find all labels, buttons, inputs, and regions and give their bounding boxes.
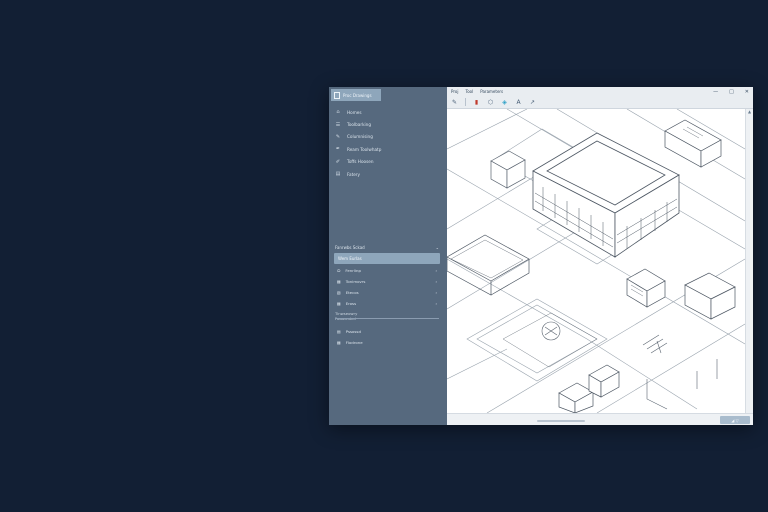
sidebar-nav: ⌂ Homes ☰ Toolbarking ✎ Columnising ✒ Ream T… (335, 106, 439, 180)
chevron-right-icon: › (435, 290, 437, 295)
sub-list: ⬭ Fenrlinp › ▦ Tonimovrs › ▧ Etecos › ▦ Eross › (337, 265, 437, 309)
chevron-down-icon: ⌄ (435, 244, 439, 250)
app-window: Proc Drawings ⌂ Homes ☰ Toolbarking ✎ Colum… (329, 87, 753, 425)
sub-section-label: Tinwseowry (335, 311, 358, 316)
scroll-up-icon[interactable]: ▲ (746, 109, 753, 114)
layers-icon: ☰ (335, 121, 341, 128)
vertical-scrollbar[interactable]: ▲ (745, 109, 753, 413)
app-title: Proc Drawings (343, 92, 372, 98)
edit-icon: ✐ (335, 158, 341, 165)
title-bar: Proj Tool Parameters — □ ✕ (447, 87, 753, 96)
sidebar-item-label: Fatery (347, 171, 361, 177)
home-icon: ⌂ (336, 109, 340, 116)
zoom-control[interactable]: ◢ ▽ (720, 416, 750, 424)
menu-bar: Proj Tool Parameters (447, 89, 503, 94)
app-logo-icon (334, 91, 340, 99)
sidebar-item-toolbarking[interactable]: ☰ Toolbarking (335, 118, 439, 130)
sidebar-item-homes[interactable]: ⌂ Homes (335, 106, 439, 118)
chevron-right-icon: › (435, 301, 437, 306)
app-header[interactable]: Proc Drawings (331, 89, 381, 101)
sub-item-fenrlinp[interactable]: ⬭ Fenrlinp › (337, 265, 437, 276)
selected-item[interactable]: Wem Eurlas (334, 253, 440, 264)
cursor-icon[interactable]: ↗ (529, 98, 536, 106)
sidebar-item-label: Toffs Hoosen (347, 159, 374, 165)
chevron-right-icon: › (435, 279, 437, 284)
menu-parameters[interactable]: Parameters (480, 89, 503, 94)
menu-proj[interactable]: Proj (451, 89, 458, 94)
sub-item-label: Etecos (345, 290, 359, 295)
maximize-icon[interactable]: □ (729, 89, 734, 95)
sidebar-item-columnising[interactable]: ✎ Columnising (335, 131, 439, 143)
sub-item-label: Fenrlinp (345, 268, 361, 273)
text-icon[interactable]: A (515, 98, 522, 106)
sub-item-label: Eross (345, 301, 357, 306)
minimize-icon[interactable]: — (713, 89, 718, 95)
window-controls: — □ ✕ (713, 87, 749, 96)
sidebar-item-label: Ream Toolwhatp (347, 146, 382, 152)
sidebar-item-ream-toolwhatp[interactable]: ✒ Ream Toolwhatp (335, 143, 439, 155)
sidebar-item-label: Flodrone (345, 340, 363, 345)
isometric-drawing (447, 109, 745, 413)
divider (335, 318, 439, 319)
draw-icon: ✎ (335, 133, 341, 140)
horizontal-scrollbar[interactable] (537, 420, 585, 422)
list-icon: ▦ (337, 340, 341, 345)
sidebar-item-label: Pssossd (345, 329, 361, 334)
pencil-icon[interactable]: ✎ (451, 98, 458, 106)
tag-icon[interactable]: ⬡ (487, 98, 494, 106)
close-icon[interactable]: ✕ (745, 89, 749, 95)
sidebar-item-toffs-hoosen[interactable]: ✐ Toffs Hoosen (335, 156, 439, 168)
selected-item-label: Wem Eurlas (338, 256, 362, 261)
droplet-icon[interactable]: ◈ (501, 98, 508, 106)
sidebar-item-label: Toolbarking (347, 122, 371, 128)
sidebar-item-label: Columnising (347, 134, 373, 140)
shape-icon: ⬭ (337, 268, 341, 273)
zoom-label: ◢ ▽ (731, 417, 739, 423)
sidebar: Proc Drawings ⌂ Homes ☰ Toolbarking ✎ Colum… (329, 87, 447, 425)
sub-item-etecos[interactable]: ▧ Etecos › (337, 287, 437, 298)
sub-item-eross[interactable]: ▦ Eross › (337, 298, 437, 309)
drawing-canvas[interactable] (447, 109, 745, 413)
sidebar-item-label: Homes (347, 109, 362, 115)
status-bar: ◢ ▽ (447, 413, 753, 425)
chevron-right-icon: › (435, 268, 437, 273)
menu-tool[interactable]: Tool (465, 89, 473, 94)
section-title: Fanrwbs Sckad (335, 244, 365, 250)
grid-icon: ▦ (337, 279, 341, 284)
sub-item-label: Tonimovrs (345, 279, 366, 284)
doc-icon: ▤ (337, 329, 341, 334)
table-icon: ▦ (337, 301, 341, 306)
section-header[interactable]: Fanrwbs Sckad ⌄ (335, 243, 439, 251)
toolbar-separator (465, 98, 466, 106)
block-icon: ▧ (337, 290, 341, 295)
sidebar-item-flodrone[interactable]: ▦ Flodrone (337, 337, 437, 348)
bottom-list: ▤ Pssossd ▦ Flodrone (337, 326, 437, 348)
toolbar: ✎ ▮ ⬡ ◈ A ↗ (447, 96, 753, 109)
sidebar-item-pssossd[interactable]: ▤ Pssossd (337, 326, 437, 337)
pen-icon: ✒ (335, 146, 341, 153)
sidebar-item-fatery[interactable]: ▤ Fatery (335, 168, 439, 180)
paint-icon[interactable]: ▮ (473, 98, 480, 106)
sub-item-tonimovrs[interactable]: ▦ Tonimovrs › (337, 276, 437, 287)
file-icon: ▤ (335, 171, 341, 178)
